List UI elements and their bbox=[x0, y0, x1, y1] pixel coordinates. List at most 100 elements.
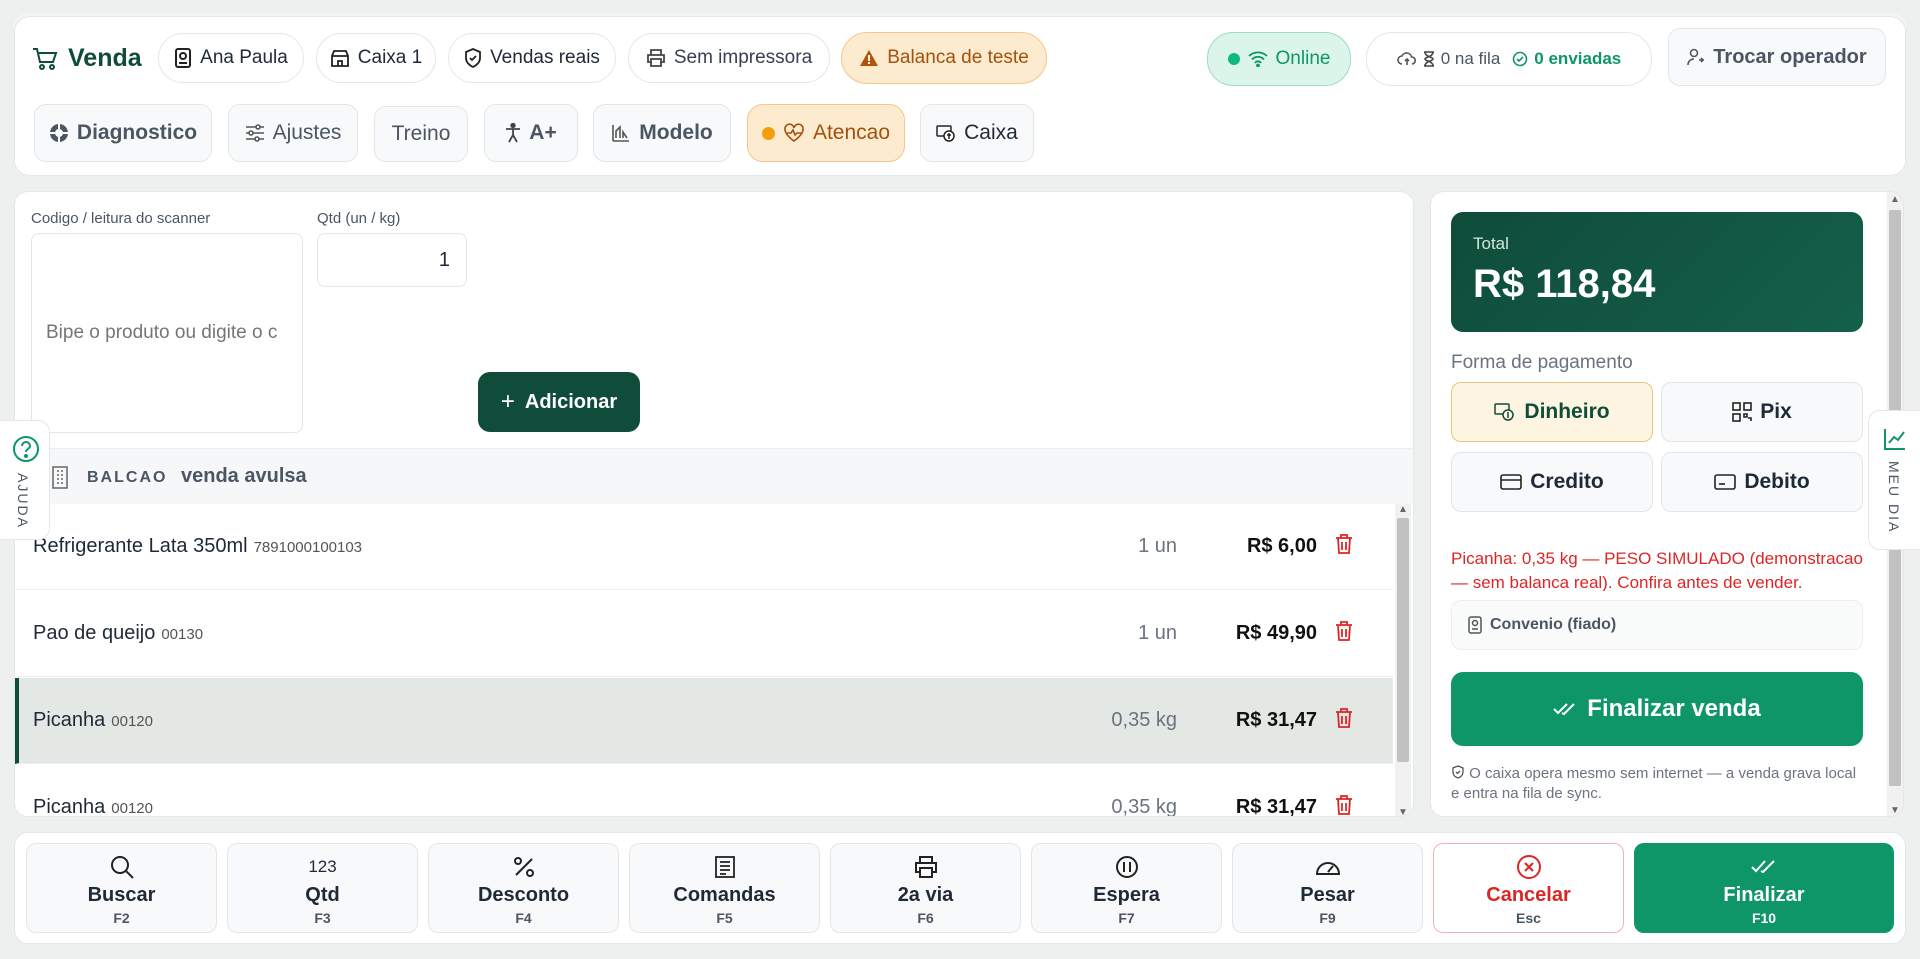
finalize-sale-button[interactable]: Finalizar venda bbox=[1451, 672, 1863, 746]
fkey-label: Desconto bbox=[477, 884, 570, 906]
accessibility-button[interactable]: A+ bbox=[484, 104, 578, 162]
caixa-button[interactable]: Caixa bbox=[920, 104, 1034, 162]
fkey-2a-via[interactable]: 2a via F6 bbox=[830, 843, 1021, 933]
wifi-icon bbox=[1247, 51, 1268, 67]
item-code: 00130 bbox=[161, 626, 204, 643]
code-label: Codigo / leitura do scanner bbox=[31, 210, 211, 227]
convenio-label: Convenio (fiado) bbox=[1490, 616, 1617, 633]
diagnostico-label: Diagnostico bbox=[76, 121, 198, 144]
qty-label: Qtd (un / kg) bbox=[317, 210, 401, 227]
register-chip[interactable]: Caixa 1 bbox=[316, 33, 436, 83]
heart-pulse-icon bbox=[784, 123, 804, 142]
printer-text: Sem impressora bbox=[673, 47, 813, 68]
total-label: Total bbox=[1473, 234, 1509, 253]
qty-input[interactable]: 1 bbox=[317, 233, 467, 287]
fkey-shortcut: F5 bbox=[716, 910, 733, 926]
trash-icon[interactable] bbox=[1335, 621, 1353, 641]
weight-warning: Picanha: 0,35 kg — PESO SIMULADO (demons… bbox=[1451, 549, 1863, 591]
table-row-selected[interactable]: Picanha 00120 0,35 kg R$ 31,47 bbox=[15, 678, 1393, 764]
fkey-espera[interactable]: Espera F7 bbox=[1031, 843, 1222, 933]
pay-credito-label: Credito bbox=[1530, 470, 1604, 493]
scroll-down-arrow[interactable]: ▼ bbox=[1890, 805, 1900, 816]
sale-panel: Codigo / leitura do scanner Qtd (un / kg… bbox=[14, 191, 1414, 817]
atencao-dot bbox=[761, 126, 775, 140]
user-switch-icon bbox=[1687, 48, 1705, 66]
pay-dinheiro-button[interactable]: Dinheiro bbox=[1451, 382, 1653, 442]
pay-debito-button[interactable]: Debito bbox=[1661, 452, 1863, 512]
item-code: 00120 bbox=[111, 713, 153, 730]
item-qty: 1 un bbox=[1138, 622, 1177, 644]
sent-text: 0 enviadas bbox=[1534, 49, 1622, 68]
item-code: 00120 bbox=[111, 800, 153, 817]
table-row[interactable]: Pao de queijo 00130 1 un R$ 49,90 bbox=[15, 591, 1393, 677]
scroll-up-arrow[interactable]: ▲ bbox=[1398, 504, 1408, 515]
template-icon bbox=[612, 125, 630, 142]
offline-note-text: O caixa opera mesmo sem internet — a ven… bbox=[1451, 765, 1857, 802]
my-day-tab[interactable]: MEU DIA bbox=[1868, 410, 1920, 550]
help-tab[interactable]: AJUDA bbox=[0, 420, 50, 540]
table-row[interactable]: Refrigerante Lata 350ml 7891000100103 1 u… bbox=[15, 504, 1393, 590]
trash-icon[interactable] bbox=[1335, 708, 1353, 728]
help-label: AJUDA bbox=[15, 473, 31, 529]
convenio-button[interactable]: Convenio (fiado) bbox=[1451, 600, 1863, 650]
modelo-button[interactable]: Modelo bbox=[593, 104, 731, 162]
atencao-button[interactable]: Atencao bbox=[747, 104, 905, 162]
printer-chip[interactable]: Sem impressora bbox=[628, 33, 830, 83]
sales-mode-chip[interactable]: Vendas reais bbox=[448, 33, 616, 83]
table-row[interactable]: Picanha 00120 0,35 kg R$ 31,47 bbox=[15, 765, 1393, 817]
add-label: Adicionar bbox=[524, 390, 618, 413]
percent-icon bbox=[513, 857, 534, 877]
add-button[interactable]: + Adicionar bbox=[478, 372, 640, 432]
treino-button[interactable]: Treino bbox=[374, 106, 468, 162]
items-scrollbar[interactable]: ▲ ▼ bbox=[1395, 504, 1411, 816]
items-list[interactable]: Refrigerante Lata 350ml 7891000100103 1 u… bbox=[15, 504, 1413, 817]
fkey-label: Cancelar bbox=[1486, 884, 1571, 906]
cash-register-icon bbox=[936, 125, 955, 142]
scroll-thumb[interactable] bbox=[1397, 518, 1409, 762]
fkey-label: 2a via bbox=[897, 884, 954, 906]
store-icon bbox=[330, 50, 349, 67]
ajustes-button[interactable]: Ajustes bbox=[228, 104, 358, 162]
code-input[interactable] bbox=[31, 233, 303, 433]
ajustes-label: Ajustes bbox=[272, 121, 342, 144]
accessibility-label: A+ bbox=[529, 121, 557, 144]
total-value: R$ 118,84 bbox=[1473, 262, 1656, 306]
payment-label: Forma de pagamento bbox=[1451, 352, 1633, 373]
sync-status: 0 na fila 0 enviadas bbox=[1366, 32, 1652, 86]
pay-credito-button[interactable]: Credito bbox=[1451, 452, 1653, 512]
warning-icon bbox=[860, 50, 879, 66]
modelo-label: Modelo bbox=[639, 121, 713, 144]
fkey-pesar[interactable]: Pesar F9 bbox=[1232, 843, 1423, 933]
pay-pix-button[interactable]: Pix bbox=[1661, 382, 1863, 442]
scroll-up-arrow[interactable]: ▲ bbox=[1890, 194, 1900, 205]
fkey-buscar[interactable]: Buscar F2 bbox=[26, 843, 217, 933]
fkey-finalizar[interactable]: Finalizar F10 bbox=[1634, 843, 1894, 933]
queue-text: 0 na fila bbox=[1440, 49, 1501, 68]
trash-icon[interactable] bbox=[1335, 534, 1353, 554]
fkey-label: Finalizar bbox=[1723, 884, 1805, 906]
fkey-label: Espera bbox=[1093, 884, 1160, 906]
fkey-desconto[interactable]: Desconto F4 bbox=[428, 843, 619, 933]
scroll-down-arrow[interactable]: ▼ bbox=[1398, 807, 1408, 816]
trash-icon[interactable] bbox=[1335, 795, 1353, 815]
diagnostico-button[interactable]: Diagnostico bbox=[34, 104, 212, 162]
operator-chip[interactable]: Ana Paula bbox=[158, 33, 304, 83]
register-name: Caixa 1 bbox=[357, 47, 423, 68]
scale-chip[interactable]: Balanca de teste bbox=[841, 32, 1047, 84]
fkey-label: Pesar bbox=[1300, 884, 1355, 906]
customer-tag: BALCAO bbox=[87, 469, 168, 486]
fkey-qtd[interactable]: 123 Qtd F3 bbox=[227, 843, 418, 933]
fkey-cancelar[interactable]: Cancelar Esc bbox=[1433, 843, 1624, 933]
fkey-shortcut: F3 bbox=[314, 910, 331, 926]
help-icon bbox=[13, 436, 39, 462]
fkey-comandas[interactable]: Comandas F5 bbox=[629, 843, 820, 933]
item-qty: 1 un bbox=[1138, 535, 1177, 557]
cart-icon bbox=[33, 47, 58, 70]
sales-mode-text: Vendas reais bbox=[490, 47, 600, 68]
gauge-icon bbox=[1315, 862, 1340, 875]
id-card-icon bbox=[1468, 616, 1482, 634]
printer-icon bbox=[646, 49, 665, 67]
building-icon bbox=[52, 466, 68, 489]
plus-icon: + bbox=[500, 388, 515, 415]
switch-operator-button[interactable]: Trocar operador bbox=[1668, 28, 1886, 86]
